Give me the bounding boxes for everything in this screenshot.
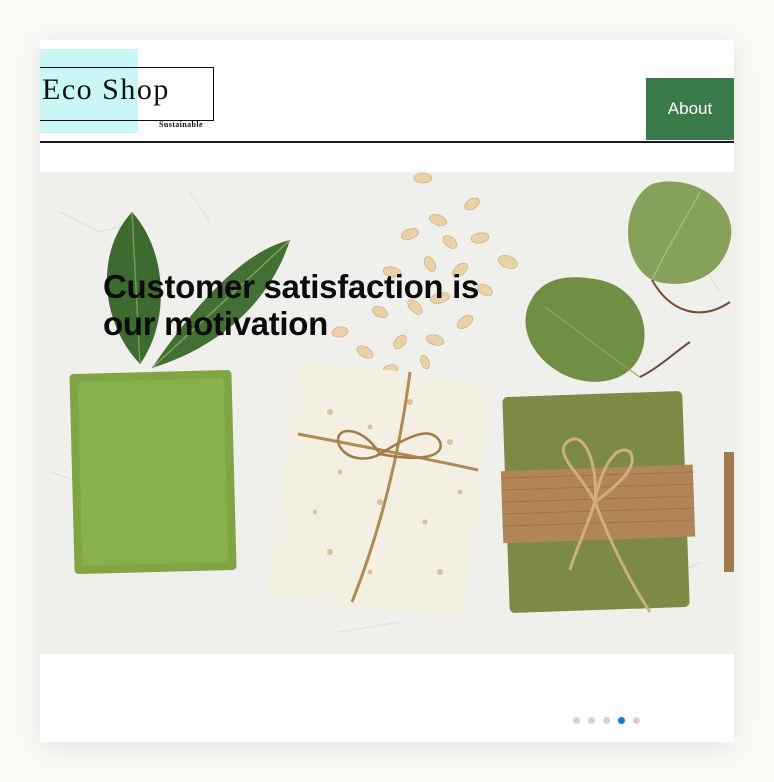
logo-text: Eco Shop bbox=[42, 73, 170, 106]
hero-banner: Customer satisfaction is our motivation bbox=[40, 172, 734, 654]
hero-image bbox=[40, 172, 734, 654]
carousel-dot[interactable] bbox=[573, 717, 580, 724]
carousel-dot[interactable] bbox=[588, 717, 595, 724]
logo-subtitle: Sustainable bbox=[159, 120, 203, 129]
carousel-dot-active[interactable] bbox=[618, 717, 625, 724]
logo[interactable]: Eco Shop Sustainable bbox=[40, 49, 220, 133]
page: Eco Shop Sustainable About Customer sati… bbox=[40, 40, 734, 742]
header-divider bbox=[40, 141, 734, 143]
carousel-indicators bbox=[573, 717, 640, 724]
carousel-dot[interactable] bbox=[603, 717, 610, 724]
carousel-dot[interactable] bbox=[633, 717, 640, 724]
hero-title: Customer satisfaction is our motivation bbox=[103, 268, 480, 342]
site-header: Eco Shop Sustainable About bbox=[40, 40, 734, 143]
about-nav-button[interactable]: About bbox=[646, 78, 734, 140]
